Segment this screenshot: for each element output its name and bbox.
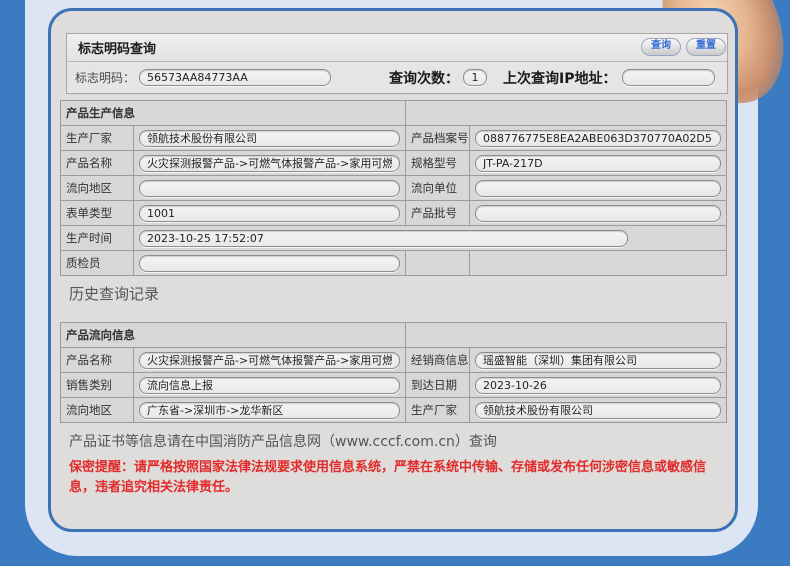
last-ip-input[interactable] <box>622 69 716 86</box>
inspector-label: 质检员 <box>61 251 134 276</box>
flow-manufacturer-label: 生产厂家 <box>406 398 470 423</box>
inspector-input[interactable] <box>139 255 400 272</box>
table-row: 表单类型 产品批号 <box>61 201 727 226</box>
dealer-input[interactable] <box>475 352 721 369</box>
empty-cell <box>470 251 727 276</box>
batch-no-label: 产品批号 <box>406 201 470 226</box>
flow-area2-label: 流向地区 <box>61 398 134 423</box>
batch-no-input[interactable] <box>475 205 721 222</box>
table-row: 产品流向信息 <box>61 323 727 348</box>
archive-no-input[interactable] <box>475 130 721 147</box>
form-type-label: 表单类型 <box>61 201 134 226</box>
flow-area-input[interactable] <box>139 180 400 197</box>
query-count-label: 查询次数： <box>389 68 459 88</box>
table-row: 产品名称 经销商信息 <box>61 348 727 373</box>
product-name-input[interactable] <box>139 155 400 172</box>
table-row: 产品名称 规格型号 <box>61 151 727 176</box>
table-row: 流向地区 生产厂家 <box>61 398 727 423</box>
history-query-title: 历史查询记录 <box>69 283 159 304</box>
flow-product-name-input[interactable] <box>139 352 400 369</box>
flow-section-header: 产品流向信息 <box>61 323 406 348</box>
empty-cell <box>406 251 470 276</box>
security-warning-note: 保密提醒：请严格按照国家法律法规要求使用信息系统，严禁在系统中传输、存储或发布任… <box>69 458 719 498</box>
flow-area2-input[interactable] <box>139 402 400 419</box>
flow-unit-label: 流向单位 <box>406 176 470 201</box>
production-info-table: 产品生产信息 生产厂家 产品档案号 产品名称 规格型号 流向地区 流向单位 表单… <box>60 100 727 276</box>
table-row: 质检员 <box>61 251 727 276</box>
code-label: 标志明码： <box>75 69 135 86</box>
toolbar: 查询 重置 <box>641 38 726 56</box>
title-bar: 标志明码查询 查询 重置 <box>67 34 727 62</box>
flow-area-label: 流向地区 <box>61 176 134 201</box>
sale-type-label: 销售类别 <box>61 373 134 398</box>
production-section-header: 产品生产信息 <box>61 101 406 126</box>
flow-product-name-label: 产品名称 <box>61 348 134 373</box>
prod-time-input[interactable] <box>139 230 628 247</box>
dealer-label: 经销商信息 <box>406 348 470 373</box>
spec-model-label: 规格型号 <box>406 151 470 176</box>
manufacturer-label: 生产厂家 <box>61 126 134 151</box>
flow-unit-input[interactable] <box>475 180 721 197</box>
query-header-box: 标志明码查询 查询 重置 标志明码： 查询次数： 上次查询IP地址： <box>66 33 728 94</box>
sale-type-input[interactable] <box>139 377 400 394</box>
spec-model-input[interactable] <box>475 155 721 172</box>
last-ip-label: 上次查询IP地址： <box>503 68 616 88</box>
table-row: 生产厂家 产品档案号 <box>61 126 727 151</box>
reset-button[interactable]: 重置 <box>686 38 726 56</box>
archive-no-label: 产品档案号 <box>406 126 470 151</box>
manufacturer-input[interactable] <box>139 130 400 147</box>
query-result-panel: 标志明码查询 查询 重置 标志明码： 查询次数： 上次查询IP地址： 产品生产信… <box>48 8 738 532</box>
table-row: 流向地区 流向单位 <box>61 176 727 201</box>
table-row: 销售类别 到达日期 <box>61 373 727 398</box>
form-type-input[interactable] <box>139 205 400 222</box>
code-input[interactable] <box>139 69 331 86</box>
empty-cell <box>406 323 727 348</box>
arrive-date-input[interactable] <box>475 377 721 394</box>
arrive-date-label: 到达日期 <box>406 373 470 398</box>
table-row: 生产时间 <box>61 226 727 251</box>
query-count-input[interactable] <box>463 69 487 86</box>
product-name-label: 产品名称 <box>61 151 134 176</box>
query-button[interactable]: 查询 <box>641 38 681 56</box>
flow-info-table: 产品流向信息 产品名称 经销商信息 销售类别 到达日期 流向地区 生产厂家 <box>60 322 727 423</box>
flow-manufacturer-input[interactable] <box>475 402 721 419</box>
query-bar: 标志明码： 查询次数： 上次查询IP地址： <box>67 62 727 93</box>
empty-cell <box>406 101 727 126</box>
prod-time-label: 生产时间 <box>61 226 134 251</box>
table-row: 产品生产信息 <box>61 101 727 126</box>
cert-info-note: 产品证书等信息请在中国消防产品信息网（www.cccf.com.cn）查询 <box>69 431 497 451</box>
page-title: 标志明码查询 <box>78 38 156 57</box>
